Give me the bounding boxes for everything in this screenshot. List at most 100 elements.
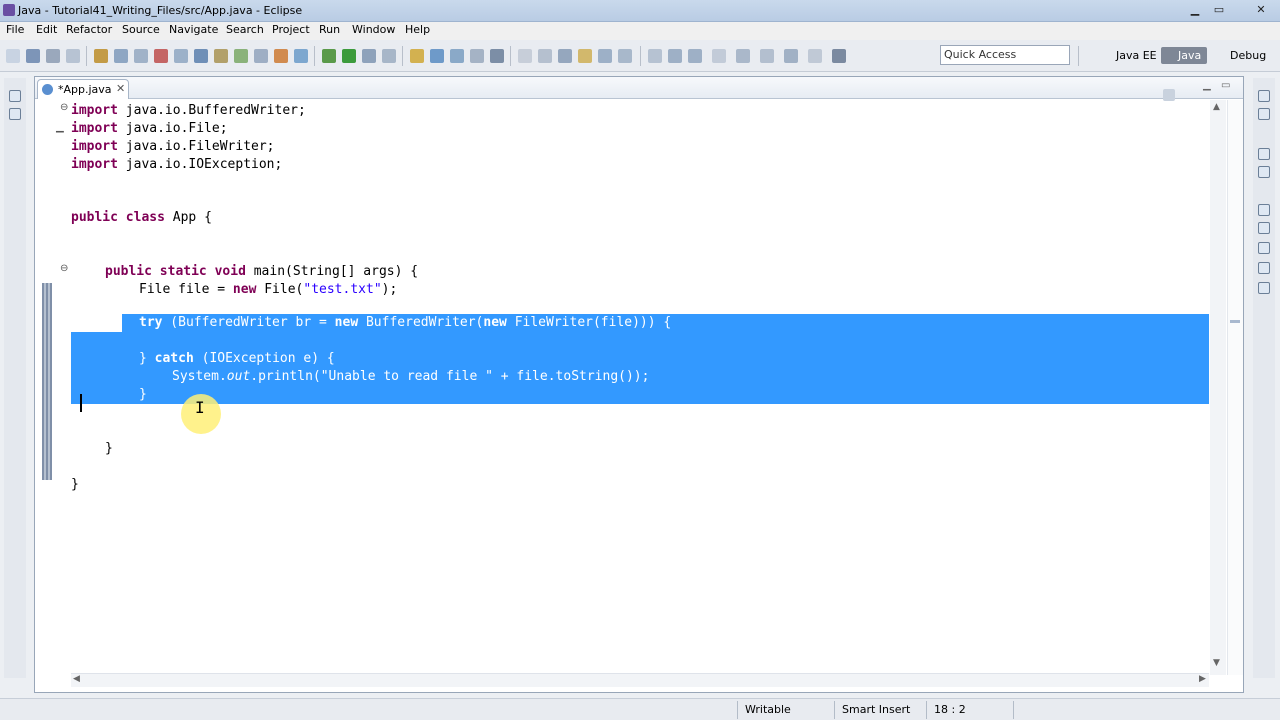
- external-tools-icon[interactable]: [382, 49, 396, 63]
- save-all-icon[interactable]: [46, 49, 60, 63]
- markers-icon[interactable]: [1258, 222, 1270, 234]
- package-icon[interactable]: [254, 49, 268, 63]
- connect-icon[interactable]: [234, 49, 248, 63]
- quick-access-input[interactable]: Quick Access: [940, 45, 1070, 65]
- editor-tab-app-java[interactable]: *App.java ✕: [37, 79, 129, 99]
- task-list-icon[interactable]: [1258, 108, 1270, 120]
- menu-source[interactable]: Source: [122, 23, 160, 36]
- save-icon[interactable]: [26, 49, 40, 63]
- build-icon[interactable]: [94, 49, 108, 63]
- code-text: }: [139, 387, 147, 402]
- navigate-icon[interactable]: [760, 49, 774, 63]
- scroll-up-icon[interactable]: ▲: [1213, 102, 1220, 112]
- change-marker: ▁: [56, 122, 64, 133]
- minimize-editor-icon[interactable]: ▁: [1203, 80, 1211, 91]
- restore-icon[interactable]: [1258, 90, 1270, 102]
- new-class-icon[interactable]: [430, 49, 444, 63]
- stop-icon[interactable]: [154, 49, 168, 63]
- profile-icon[interactable]: [294, 49, 308, 63]
- terminal-icon[interactable]: [134, 49, 148, 63]
- perspective-java-ee[interactable]: Java EE: [1116, 47, 1157, 64]
- scroll-left-icon[interactable]: ◀: [73, 674, 80, 684]
- print-icon[interactable]: [66, 49, 80, 63]
- forward-icon[interactable]: [688, 49, 702, 63]
- restore-icon[interactable]: [9, 90, 21, 102]
- code-line: import java.io.IOException;: [71, 156, 282, 174]
- annotation-icon[interactable]: [578, 49, 592, 63]
- task-icon[interactable]: [194, 49, 208, 63]
- prev-annotation-icon[interactable]: [618, 49, 632, 63]
- menu-refactor[interactable]: Refactor: [66, 23, 112, 36]
- pin-editor-icon[interactable]: [712, 49, 726, 63]
- back-icon[interactable]: [668, 49, 682, 63]
- status-insert-mode: Smart Insert: [842, 703, 911, 716]
- new-package-icon[interactable]: [410, 49, 424, 63]
- code-keyword: void: [214, 264, 246, 279]
- link-icon[interactable]: [784, 49, 798, 63]
- perspective-debug[interactable]: Debug: [1230, 47, 1266, 64]
- debug-icon[interactable]: [322, 49, 336, 63]
- overview-marker[interactable]: [1230, 320, 1240, 323]
- status-bar: Writable Smart Insert 18 : 2: [0, 698, 1280, 720]
- restore-icon[interactable]: [1258, 204, 1270, 216]
- code-keyword: try: [139, 315, 163, 330]
- menu-navigate[interactable]: Navigate: [169, 23, 218, 36]
- run-icon[interactable]: [342, 49, 356, 63]
- code-text: java.io.File;: [117, 121, 228, 136]
- coverage-icon[interactable]: [362, 49, 376, 63]
- menu-search[interactable]: Search: [226, 23, 264, 36]
- menu-file[interactable]: File: [6, 23, 24, 36]
- block-selection-icon[interactable]: [558, 49, 572, 63]
- servers-icon[interactable]: [1258, 262, 1270, 274]
- last-edit-icon[interactable]: [648, 49, 662, 63]
- debug-run-icon[interactable]: [274, 49, 288, 63]
- vertical-scrollbar[interactable]: ▲ ▼: [1210, 100, 1226, 675]
- outline-icon[interactable]: [1258, 166, 1270, 178]
- server-icon[interactable]: [114, 49, 128, 63]
- close-tab-icon[interactable]: ✕: [116, 82, 125, 95]
- menu-project[interactable]: Project: [272, 23, 310, 36]
- code-text: FileWriter(file))) {: [506, 315, 672, 330]
- maximize-editor-icon[interactable]: ▭: [1221, 80, 1230, 91]
- code-area[interactable]: import java.io.BufferedWriter; import ja…: [71, 100, 1209, 675]
- deploy-icon[interactable]: [174, 49, 188, 63]
- code-line: File file = new File("test.txt");: [139, 281, 397, 299]
- new-interface-icon[interactable]: [450, 49, 464, 63]
- console-icon[interactable]: [1258, 282, 1270, 294]
- next-annotation-icon[interactable]: [598, 49, 612, 63]
- minimize-button[interactable]: ▁: [1186, 3, 1204, 17]
- package-explorer-icon[interactable]: [9, 108, 21, 120]
- scroll-right-icon[interactable]: ▶: [1199, 674, 1206, 684]
- menu-help[interactable]: Help: [405, 23, 430, 36]
- sync-icon[interactable]: [808, 49, 822, 63]
- properties-icon[interactable]: [1258, 242, 1270, 254]
- code-keyword: public: [71, 210, 118, 225]
- menu-run[interactable]: Run: [319, 23, 340, 36]
- menu-edit[interactable]: Edit: [36, 23, 57, 36]
- maximize-button[interactable]: ▭: [1210, 3, 1228, 17]
- search-icon[interactable]: [490, 49, 504, 63]
- open-type-icon[interactable]: [470, 49, 484, 63]
- status-separator: [926, 701, 927, 719]
- history-icon[interactable]: [736, 49, 750, 63]
- folder-icon[interactable]: [214, 49, 228, 63]
- toolbar-separator: [1078, 46, 1079, 66]
- menu-window[interactable]: Window: [352, 23, 395, 36]
- show-whitespace-icon[interactable]: [538, 49, 552, 63]
- status-writable: Writable: [745, 703, 791, 716]
- fold-method-icon[interactable]: ⊖: [60, 263, 68, 274]
- toggle-mark-icon[interactable]: [518, 49, 532, 63]
- close-window-button[interactable]: ✕: [1248, 3, 1274, 17]
- code-line: }: [71, 476, 79, 494]
- fold-imports-icon[interactable]: ⊖: [60, 102, 68, 113]
- editor-tab-bar: *App.java ✕ ▁ ▭: [35, 77, 1243, 99]
- java-editor: *App.java ✕ ▁ ▭ ⊖ ▁ ⊖ import java.io.Buf…: [34, 76, 1244, 693]
- scroll-down-icon[interactable]: ▼: [1213, 658, 1220, 668]
- title-bar: Java - Tutorial41_Writing_Files/src/App.…: [0, 0, 1280, 22]
- perspective-java[interactable]: Java: [1161, 47, 1207, 64]
- horizontal-scrollbar[interactable]: ◀ ▶: [71, 673, 1209, 687]
- restore-icon[interactable]: [1258, 148, 1270, 160]
- code-keyword: class: [125, 210, 165, 225]
- new-icon[interactable]: [6, 49, 20, 63]
- window-icon[interactable]: [832, 49, 846, 63]
